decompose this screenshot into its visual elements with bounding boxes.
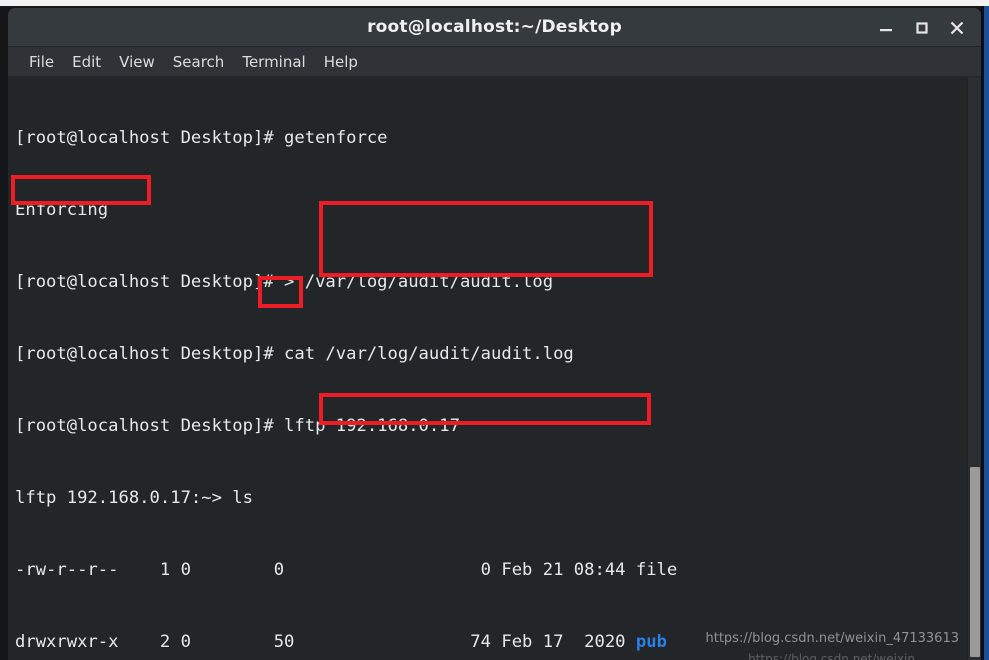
scrollbar[interactable] [967,77,981,660]
titlebar: root@localhost:~/Desktop [8,8,981,47]
terminal-line: -rw-r--r-- 1 0 0 0 Feb 21 08:44 file [15,560,678,580]
terminal-line: [root@localhost Desktop]# > /var/log/aud… [15,272,554,292]
terminal-screen[interactable]: [root@localhost Desktop]# getenforce Enf… [8,77,981,660]
minimize-icon[interactable] [875,17,897,39]
terminal-line: [root@localhost Desktop]# lftp 192.168.0… [15,416,460,436]
watermark-url: https://blog.csdn.net/weixin_47133613 [705,631,959,646]
terminal-line: lftp 192.168.0.17:~> ls [15,488,253,508]
terminal-output: [root@localhost Desktop]# getenforce Enf… [15,78,963,660]
close-icon[interactable] [946,17,968,39]
menu-item-view[interactable]: View [110,48,164,76]
watermark-url-secondary: https://blog.csdn.net/weixin_ [748,652,921,660]
terminal-line: [root@localhost Desktop]# cat /var/log/a… [15,344,574,364]
terminal-line: Enforcing [15,200,109,220]
menu-item-search[interactable]: Search [164,48,234,76]
menu-item-help[interactable]: Help [315,48,367,76]
menubar: File Edit View Search Terminal Help [8,47,981,77]
directory-name: pub [635,632,667,652]
menu-item-file[interactable]: File [20,48,63,76]
maximize-icon[interactable] [911,17,933,39]
menu-item-terminal[interactable]: Terminal [233,48,314,76]
menu-item-edit[interactable]: Edit [63,48,110,76]
top-white-strip [0,0,989,6]
terminal-window: root@localhost:~/Desktop File Edit View … [8,8,981,660]
desktop-backdrop: root@localhost:~/Desktop File Edit View … [0,0,989,660]
file-row-text: drwxrwxr-x 2 0 50 74 Feb 17 2020 [15,632,636,652]
terminal-line: [root@localhost Desktop]# getenforce [15,128,388,148]
right-blue-sliver [984,6,989,660]
window-title: root@localhost:~/Desktop [367,17,622,37]
scrollbar-thumb[interactable] [970,467,980,657]
